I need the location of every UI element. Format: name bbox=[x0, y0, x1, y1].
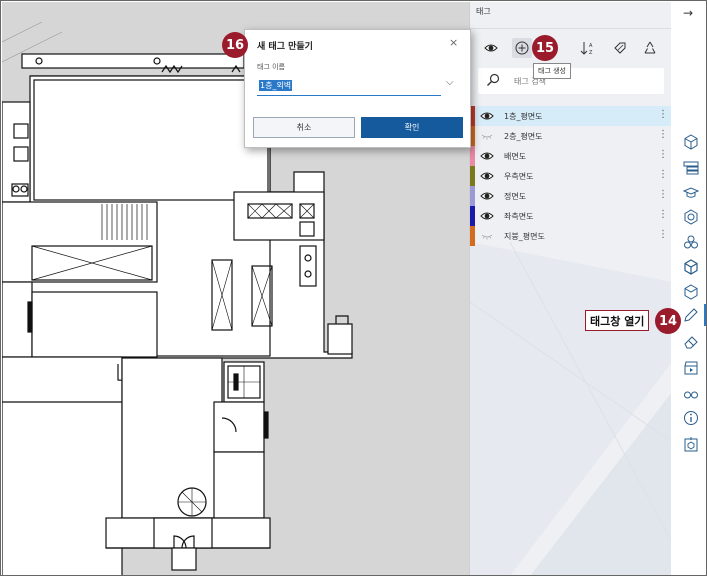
tag-row[interactable]: 좌측면도 ⋮ bbox=[470, 206, 672, 226]
tag-name-input[interactable]: 1층_외벽 bbox=[257, 76, 441, 96]
step-15-badge: 15 bbox=[532, 35, 558, 61]
tag-label: 정면도 bbox=[504, 192, 527, 201]
tag-search-box bbox=[478, 68, 664, 94]
eraser-icon[interactable] bbox=[683, 334, 699, 350]
eye-icon[interactable] bbox=[480, 150, 494, 162]
more-options-icon[interactable]: ⋮ bbox=[658, 129, 668, 140]
panel-title: 태그 bbox=[476, 7, 491, 16]
more-options-icon[interactable]: ⋮ bbox=[658, 169, 668, 180]
tag-row[interactable]: 1층_평면도 ⋮ bbox=[470, 106, 672, 126]
tag-list: 1층_평면도 ⋮ 2층_평면도 ⋮ 배면도 ⋮ 우측면도 ⋮ 정면도 ⋮ 좌측면… bbox=[470, 106, 672, 246]
glasses-icon[interactable] bbox=[683, 386, 699, 402]
svg-text:Z: Z bbox=[589, 50, 593, 55]
tag-toolbar: A Z bbox=[470, 34, 672, 64]
tag-label: 지붕_평면도 bbox=[504, 232, 545, 241]
panel-divider bbox=[470, 28, 672, 29]
tag-color-swatch bbox=[470, 166, 475, 186]
confirm-button[interactable]: 확인 bbox=[361, 117, 463, 138]
toggle-visibility-button[interactable] bbox=[481, 38, 501, 58]
tag-row[interactable]: 배면도 ⋮ bbox=[470, 146, 672, 166]
cube-open-icon[interactable] bbox=[683, 284, 699, 300]
tag-icon bbox=[614, 42, 626, 54]
info-icon[interactable] bbox=[683, 410, 699, 426]
recycle-icon bbox=[644, 41, 656, 54]
video-clapper-icon[interactable] bbox=[683, 360, 699, 376]
tag-row[interactable]: 지붕_평면도 ⋮ bbox=[470, 226, 672, 246]
chevron-down-icon[interactable]: ⌵ bbox=[446, 77, 454, 88]
cancel-button[interactable]: 취소 bbox=[253, 117, 355, 138]
add-tag-icon bbox=[515, 41, 529, 55]
tag-row[interactable]: 우측면도 ⋮ bbox=[470, 166, 672, 186]
eye-icon[interactable] bbox=[480, 110, 494, 122]
tag-style-button[interactable] bbox=[610, 38, 630, 58]
eye-hidden-icon[interactable] bbox=[480, 130, 494, 142]
sort-tags-button[interactable]: A Z bbox=[578, 38, 598, 58]
eye-icon bbox=[484, 44, 498, 52]
more-options-icon[interactable]: ⋮ bbox=[658, 109, 668, 120]
more-options-icon[interactable]: ⋮ bbox=[658, 149, 668, 160]
eye-icon[interactable] bbox=[480, 190, 494, 202]
cube-export-icon[interactable] bbox=[683, 436, 699, 452]
close-icon[interactable]: × bbox=[449, 36, 458, 49]
more-options-icon[interactable]: ⋮ bbox=[658, 189, 668, 200]
tag-color-swatch bbox=[470, 206, 475, 226]
tag-color-swatch bbox=[470, 226, 475, 246]
tag-name-value: 1층_외벽 bbox=[259, 80, 293, 91]
step-14-badge: 14 bbox=[655, 308, 681, 334]
add-tag-button[interactable] bbox=[512, 38, 532, 58]
svg-text:A: A bbox=[589, 43, 593, 49]
collapse-panel-icon[interactable]: → bbox=[683, 6, 693, 20]
tag-label: 배면도 bbox=[504, 152, 527, 161]
recycle-tags-button[interactable] bbox=[640, 38, 660, 58]
eye-hidden-icon[interactable] bbox=[480, 230, 494, 242]
new-tag-dialog: 새 태그 만들기 × 태그 이름 1층_외벽 ⌵ 취소 확인 bbox=[244, 29, 471, 148]
tag-pen-icon[interactable] bbox=[683, 307, 699, 323]
tag-panel: 태그 A Z 태그 검색 태그 생성 1층_평면도 ⋮ 2층_평면도 ⋮ 배면도… bbox=[469, 2, 672, 575]
tag-row[interactable]: 정면도 ⋮ bbox=[470, 186, 672, 206]
eye-icon[interactable] bbox=[480, 170, 494, 182]
search-icon bbox=[487, 73, 500, 86]
eye-icon[interactable] bbox=[480, 210, 494, 222]
hexagon-nut-icon[interactable] bbox=[683, 209, 699, 225]
tag-name-label: 태그 이름 bbox=[257, 63, 285, 71]
tag-color-swatch bbox=[470, 186, 475, 206]
more-options-icon[interactable]: ⋮ bbox=[658, 209, 668, 220]
open-tag-window-label: 태그창 열기 bbox=[585, 310, 650, 331]
tag-label: 우측면도 bbox=[504, 172, 534, 181]
dialog-title: 새 태그 만들기 bbox=[257, 42, 313, 52]
right-tool-rail: → bbox=[671, 2, 706, 575]
step-16-badge: 16 bbox=[222, 32, 248, 58]
app-window: 태그 A Z 태그 검색 태그 생성 1층_평면도 ⋮ 2층_평면도 ⋮ 배면도… bbox=[0, 0, 707, 576]
panel-background-pattern bbox=[470, 242, 672, 575]
tag-row[interactable]: 2층_평면도 ⋮ bbox=[470, 126, 672, 146]
cube-outline-icon[interactable] bbox=[683, 134, 699, 150]
sort-az-icon: A Z bbox=[580, 42, 593, 55]
tag-label: 좌측면도 bbox=[504, 212, 534, 221]
cubes-stack-icon[interactable] bbox=[683, 234, 699, 250]
cube-3d-icon[interactable] bbox=[683, 259, 699, 275]
create-tag-tooltip: 태그 생성 bbox=[533, 63, 571, 79]
graduation-cap-icon[interactable] bbox=[683, 185, 699, 201]
more-options-icon[interactable]: ⋮ bbox=[658, 229, 668, 240]
tag-label: 2층_평면도 bbox=[504, 132, 543, 141]
layers-list-icon[interactable] bbox=[683, 160, 699, 176]
tag-color-swatch bbox=[470, 146, 475, 166]
tag-label: 1층_평면도 bbox=[504, 112, 543, 121]
